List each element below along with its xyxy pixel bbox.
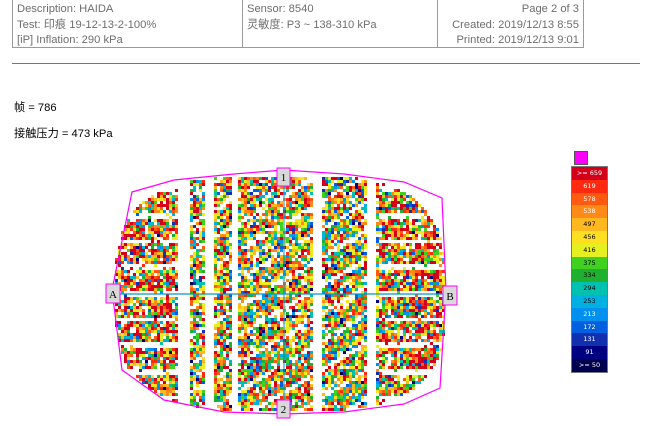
sensitivity-text: 灵敏度: P3 ~ 138-310 kPa (247, 18, 377, 31)
marker-right-label: B (446, 291, 453, 303)
legend-row: 538 (572, 205, 607, 219)
legend-row: 172 (572, 320, 607, 334)
marker-left[interactable]: A (105, 283, 121, 304)
legend-row: 253 (572, 294, 607, 308)
header-info-left: Description: HAIDA Test: 印痕 19-12-13-2-1… (13, 0, 243, 47)
legend-row: 497 (572, 218, 607, 231)
pressure-map[interactable]: 1 2 A B (104, 160, 464, 425)
legend-row: 213 (572, 307, 607, 321)
sensor-text: Sensor: 8540 (247, 3, 314, 15)
legend-row: 578 (572, 192, 607, 206)
marker-top[interactable]: 1 (276, 167, 291, 187)
header-info-right: Page 2 of 3 Created: 2019/12/13 8:55 Pri… (438, 0, 583, 47)
legend-row: >= 659 (572, 167, 607, 180)
marker-top-label: 1 (281, 172, 287, 184)
legend-row: 131 (572, 333, 607, 347)
legend-color-scale: >= 659 619 578 538 497 456 416 375 334 294 253 213 1… (571, 166, 608, 373)
legend-row: 334 (572, 269, 607, 283)
frame-readout: 帧 = 786 (14, 102, 57, 114)
legend-row: 294 (572, 282, 607, 295)
header-divider (12, 63, 640, 64)
test-text: Test: 印痕 19-12-13-2-100% (17, 18, 157, 31)
page-number: Page 2 of 3 (521, 3, 579, 15)
inflation-text: [iP] Inflation: 290 kPa (17, 34, 123, 46)
report-header: Description: HAIDA Test: 印痕 19-12-13-2-1… (12, 0, 584, 48)
legend-row: 375 (572, 256, 607, 270)
legend-row: >= 50 (572, 358, 607, 372)
marker-bottom-label: 2 (281, 404, 287, 416)
legend-row: 91 (572, 346, 607, 359)
legend-row: 456 (572, 230, 607, 244)
marker-left-label: A (109, 289, 117, 301)
legend-row: 619 (572, 179, 607, 193)
legend-row: 416 (572, 243, 607, 257)
marker-bottom[interactable]: 2 (276, 399, 291, 419)
created-text: Created: 2019/12/13 8:55 (452, 18, 579, 31)
printed-text: Printed: 2019/12/13 9:01 (456, 34, 579, 46)
marker-right[interactable]: B (442, 285, 458, 306)
pressure-legend: >= 659 619 578 538 497 456 416 375 334 294 253 213 1… (571, 151, 608, 373)
header-info-middle: Sensor: 8540 灵敏度: P3 ~ 138-310 kPa (243, 0, 438, 47)
contact-pressure-readout: 接触压力 = 473 kPa (14, 128, 113, 140)
legend-top-swatch (574, 151, 588, 165)
description-text: Description: HAIDA (17, 3, 114, 15)
